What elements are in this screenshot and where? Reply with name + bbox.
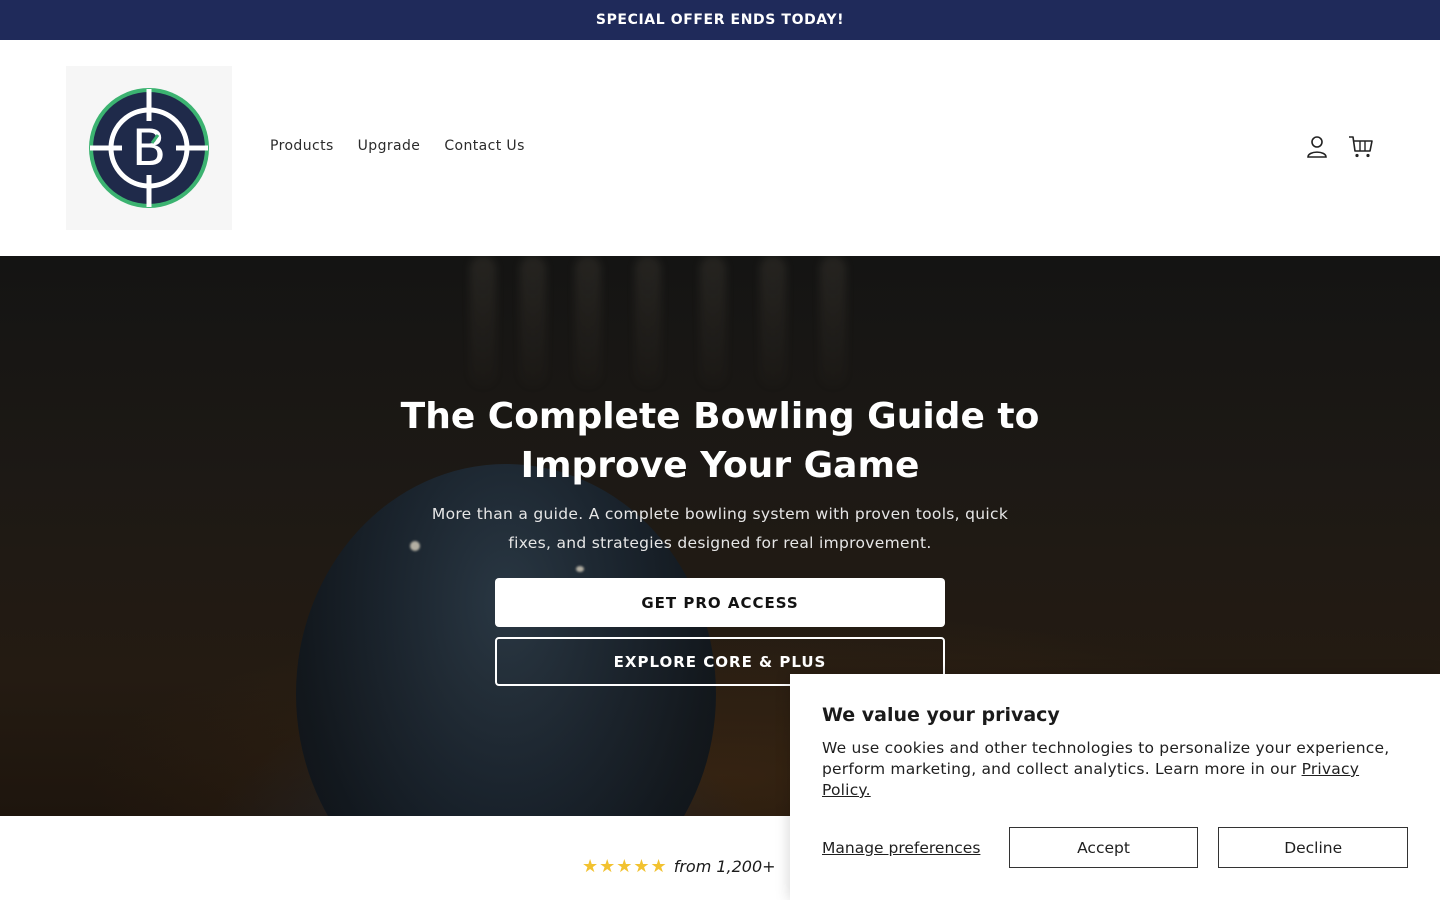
reviews-strip: ★★★★★ from 1,200+ (582, 856, 776, 877)
decline-button[interactable]: Decline (1218, 827, 1409, 868)
user-icon (1307, 136, 1327, 158)
accept-button[interactable]: Accept (1008, 827, 1199, 868)
hero-title: The Complete Bowling Guide to Improve Yo… (400, 396, 1040, 486)
cart-icon (1349, 136, 1373, 158)
hero-subtitle: More than a guide. A complete bowling sy… (431, 505, 1009, 552)
header-icons (1304, 134, 1374, 160)
cart-button[interactable] (1348, 134, 1374, 160)
cookie-actions: Manage preferences Accept Decline (822, 827, 1409, 868)
nav-upgrade[interactable]: Upgrade (358, 138, 421, 154)
cookie-text: We use cookies and other technologies to… (822, 738, 1412, 801)
manage-preferences-link[interactable]: Manage preferences (822, 839, 1009, 857)
account-button[interactable] (1304, 134, 1330, 160)
nav-products[interactable]: Products (270, 138, 334, 154)
star-rating-icon: ★★★★★ (582, 856, 668, 877)
nav-contact-us[interactable]: Contact Us (444, 138, 524, 154)
logo-target-icon: B (89, 88, 209, 208)
logo-letter: B (132, 119, 166, 177)
cookie-title: We value your privacy (822, 704, 1060, 726)
announcement-text: SPECIAL OFFER ENDS TODAY! (595, 12, 845, 28)
cookie-banner: We value your privacy We use cookies and… (790, 674, 1440, 900)
reviews-text: from 1,200+ (673, 857, 776, 876)
announcement-bar: SPECIAL OFFER ENDS TODAY! (0, 0, 1440, 40)
logo[interactable]: B (66, 66, 232, 230)
site-header: B Products Upgrade Contact Us (0, 40, 1440, 256)
main-nav: Products Upgrade Contact Us (270, 138, 525, 154)
get-pro-access-button[interactable]: GET PRO ACCESS (495, 578, 945, 627)
